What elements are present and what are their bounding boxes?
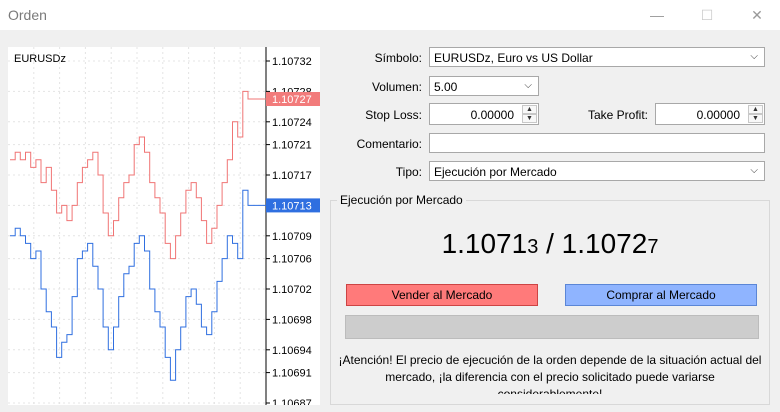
execution-warning: ¡Atención! El precio de ejecución de la …	[338, 353, 762, 394]
close-button[interactable]: ✕	[742, 4, 772, 26]
chart-symbol-label: EURUSDz	[14, 53, 66, 65]
maximize-button[interactable]: ☐	[692, 4, 722, 26]
comment-label: Comentario:	[356, 137, 422, 151]
y-tick-label: 1.10717	[272, 170, 312, 182]
symbol-label: Símbolo:	[374, 51, 422, 65]
order-type-value: Ejecución por Mercado	[434, 165, 557, 179]
y-tick-label: 1.10698	[272, 314, 312, 326]
stop-loss-label: Stop Loss:	[365, 108, 422, 122]
stop-loss-stepper[interactable]: 0.00000 ▲ ▼	[429, 103, 539, 125]
chevron-down-icon: ⌵	[750, 165, 758, 176]
y-tick-label: 1.10732	[272, 56, 312, 68]
take-profit-up-arrow-icon[interactable]: ▲	[748, 105, 763, 114]
volume-select[interactable]: 5.00 ⌵	[429, 76, 539, 96]
price-separator: /	[538, 228, 562, 259]
chevron-down-icon: ⌵	[750, 51, 758, 62]
tick-chart-svg: 1.107321.107281.107241.107211.107171.107…	[8, 47, 320, 405]
volume-select-value: 5.00	[434, 80, 458, 94]
symbol-select-value: EURUSDz, Euro vs US Dollar	[434, 51, 593, 65]
ask-price-last-digit: 7	[647, 236, 659, 258]
bid-price-main: 1.1071	[441, 228, 528, 259]
sell-market-button[interactable]: Vender al Mercado	[346, 284, 538, 306]
y-tick-label: 1.10691	[272, 368, 312, 380]
take-profit-value: 0.00000	[696, 108, 740, 122]
bid-price-last-digit: 3	[527, 236, 539, 258]
buy-market-button[interactable]: Comprar al Mercado	[565, 284, 757, 306]
bid-price-line	[10, 189, 266, 381]
y-tick-label: 1.10724	[272, 117, 312, 129]
chevron-down-icon: ⌵	[524, 80, 532, 91]
y-tick-label: 1.10721	[272, 140, 312, 152]
take-profit-down-arrow-icon[interactable]: ▼	[748, 114, 763, 123]
bid-price-tag: 1.10713	[272, 200, 312, 212]
stop-loss-up-arrow-icon[interactable]: ▲	[522, 105, 537, 114]
order-type-select[interactable]: Ejecución por Mercado ⌵	[429, 161, 765, 181]
y-tick-label: 1.10709	[272, 231, 312, 243]
stop-loss-value: 0.00000	[470, 108, 514, 122]
y-tick-label: 1.10702	[272, 284, 312, 296]
ask-price-tag: 1.10727	[272, 94, 312, 106]
execution-progress-bar	[345, 315, 759, 339]
window-title: Orden	[8, 7, 47, 23]
stop-loss-down-arrow-icon[interactable]: ▼	[522, 114, 537, 123]
ask-price-main: 1.1072	[561, 228, 648, 259]
take-profit-stepper[interactable]: 0.00000 ▲ ▼	[655, 103, 765, 125]
price-display: 1.10713 / 1.10727	[330, 228, 770, 260]
comment-input[interactable]	[429, 133, 765, 153]
symbol-select[interactable]: EURUSDz, Euro vs US Dollar ⌵	[429, 47, 765, 67]
title-bar: Orden — ☐ ✕	[0, 0, 780, 30]
volume-label: Volumen:	[371, 80, 422, 94]
minimize-button[interactable]: —	[642, 4, 672, 26]
execution-group-title: Ejecución por Mercado	[337, 193, 466, 207]
y-tick-label: 1.10706	[272, 254, 312, 266]
tick-chart[interactable]: 1.107321.107281.107241.107211.107171.107…	[8, 47, 320, 405]
type-label: Tipo:	[395, 165, 422, 179]
y-tick-label: 1.10687	[272, 398, 312, 405]
take-profit-label: Take Profit:	[587, 108, 648, 122]
y-tick-label: 1.10694	[272, 345, 312, 357]
